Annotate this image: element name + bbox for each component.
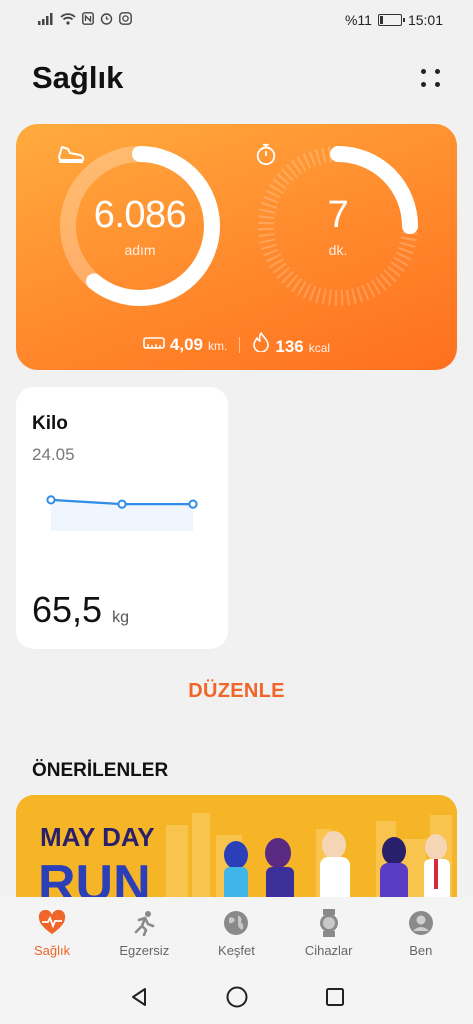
ruler-icon bbox=[143, 336, 165, 349]
alarm-icon bbox=[100, 12, 113, 28]
clock: 15:01 bbox=[407, 12, 443, 28]
steps-ring: 6.086 adım bbox=[56, 142, 224, 310]
more-options-button[interactable] bbox=[419, 66, 443, 90]
system-navigation bbox=[0, 969, 473, 1024]
recents-square-icon bbox=[325, 987, 344, 1006]
weight-card[interactable]: Kilo 24.05 65,5 kg bbox=[16, 387, 228, 649]
promo-text-graphic: MAY DAY RUN bbox=[38, 822, 155, 905]
battery-icon bbox=[377, 14, 405, 26]
status-bar: %11 15:01 bbox=[0, 0, 473, 40]
steps-value: 6.086 bbox=[93, 194, 187, 236]
weight-point-1 bbox=[117, 499, 127, 509]
active-time-value: 7 bbox=[327, 194, 349, 236]
stat-divider bbox=[239, 336, 241, 353]
nav-item-ben[interactable]: Ben bbox=[381, 909, 461, 958]
nav-label: Ben bbox=[409, 942, 433, 958]
app-header: Sağlık bbox=[0, 50, 473, 106]
nav-item-kesfet[interactable]: Keşfet bbox=[196, 909, 276, 958]
weight-point-0 bbox=[46, 495, 56, 505]
activity-stats: 4,09 km. 136 kcal bbox=[16, 332, 457, 357]
weight-reading: 65,5 kg bbox=[32, 589, 129, 631]
weight-trend-chart bbox=[46, 495, 198, 531]
more-dots-icon bbox=[421, 69, 426, 74]
nfc-icon bbox=[82, 12, 94, 28]
nav-label: Egzersiz bbox=[119, 942, 170, 958]
weight-date: 24.05 bbox=[32, 445, 75, 464]
distance-unit: km. bbox=[208, 338, 228, 353]
globe-icon bbox=[222, 909, 250, 937]
wifi-icon bbox=[60, 12, 76, 28]
distance-value: 4,09 bbox=[169, 334, 204, 354]
watch-icon bbox=[315, 908, 343, 937]
svg-text:MAY DAY: MAY DAY bbox=[40, 822, 155, 852]
weight-unit: kg bbox=[112, 609, 129, 626]
running-icon bbox=[130, 909, 158, 937]
calories-unit: kcal bbox=[308, 341, 331, 355]
nav-label: Cihazlar bbox=[304, 942, 353, 958]
nav-item-cihazlar[interactable]: Cihazlar bbox=[289, 908, 369, 958]
home-button[interactable] bbox=[225, 985, 249, 1009]
calories-stat: 136 kcal bbox=[252, 332, 330, 357]
page-title: Sağlık bbox=[32, 60, 124, 95]
heart-pulse-icon bbox=[38, 909, 66, 937]
status-icons bbox=[38, 12, 132, 28]
calories-value: 136 bbox=[275, 337, 304, 356]
instagram-icon bbox=[119, 12, 132, 28]
steps-unit: adım bbox=[124, 242, 156, 258]
weight-title: Kilo bbox=[32, 413, 68, 434]
back-button[interactable] bbox=[127, 985, 151, 1009]
nav-item-egzersiz[interactable]: Egzersiz bbox=[104, 909, 184, 958]
nav-label: Sağlık bbox=[34, 942, 71, 958]
signal-icon bbox=[38, 12, 54, 28]
profile-icon bbox=[407, 909, 435, 937]
nav-item-saglik[interactable]: Sağlık bbox=[12, 909, 92, 958]
shoe-icon bbox=[58, 146, 85, 163]
activity-card[interactable]: 6.086 adım 7 dk. 4,09 km. 136 kcal bbox=[16, 124, 457, 370]
recommended-title: ÖNERİLENLER bbox=[32, 760, 169, 781]
status-right: %11 15:01 bbox=[345, 12, 443, 28]
edit-button[interactable]: DÜZENLE bbox=[0, 680, 473, 703]
active-time-ring: 7 dk. bbox=[254, 142, 422, 310]
battery-percent: %11 bbox=[344, 12, 372, 28]
stopwatch-icon bbox=[256, 143, 276, 166]
weight-point-2 bbox=[188, 499, 198, 509]
active-time-unit: dk. bbox=[328, 242, 348, 258]
nav-label: Keşfet bbox=[218, 942, 255, 958]
home-circle-icon bbox=[226, 986, 247, 1007]
distance-stat: 4,09 km. bbox=[143, 335, 227, 355]
weight-value: 65,5 bbox=[32, 589, 103, 630]
bottom-navigation: Sağlık Egzersiz Keşfet Cihazlar Ben bbox=[0, 897, 473, 969]
promo-banner[interactable]: MAY DAY RUN bbox=[16, 795, 457, 905]
recents-button[interactable] bbox=[323, 985, 347, 1009]
back-triangle-icon bbox=[131, 987, 146, 1006]
flame-icon bbox=[253, 332, 270, 352]
